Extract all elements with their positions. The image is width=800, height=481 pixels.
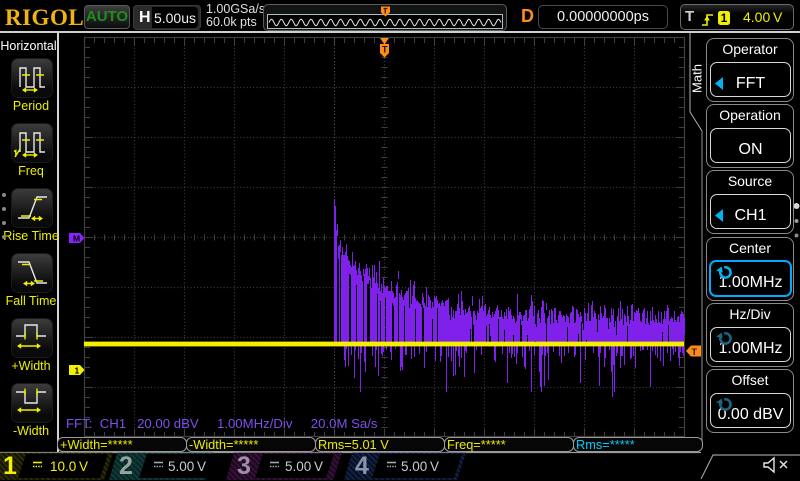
- svg-text:T: T: [382, 45, 388, 55]
- svg-text:T: T: [692, 347, 698, 357]
- svg-text:1: 1: [75, 366, 80, 376]
- svg-text:M: M: [73, 234, 80, 244]
